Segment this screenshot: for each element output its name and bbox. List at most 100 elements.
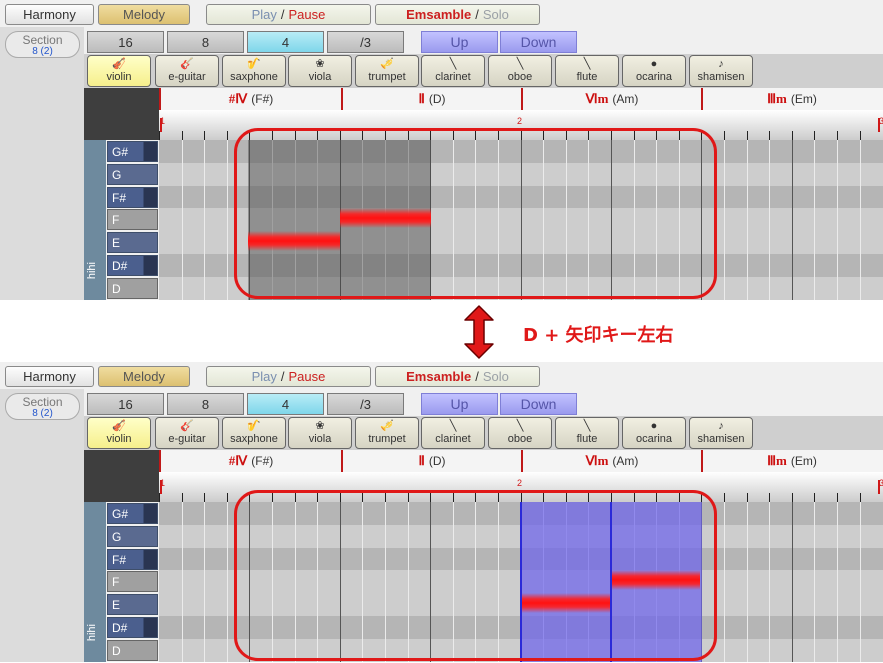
- chord-name: (Am): [612, 92, 639, 106]
- grid-line: [859, 140, 861, 300]
- chord-roman: #Ⅳ: [228, 453, 248, 468]
- chord-roman: Ⅲm: [767, 453, 787, 468]
- chord-slot-1[interactable]: #Ⅳ (F#): [159, 88, 341, 110]
- section-value: 8 (2): [32, 408, 53, 419]
- trumpet-icon: 🎺: [380, 420, 394, 432]
- instrument-e-guitar[interactable]: 🎸 e-guitar: [155, 417, 219, 449]
- play-pause-button[interactable]: Play / Pause: [206, 4, 371, 25]
- note-length-8[interactable]: 8: [167, 393, 244, 415]
- play-label: Play: [251, 7, 277, 22]
- key-d[interactable]: D: [107, 278, 158, 299]
- instrument-saxphone[interactable]: 🎷 saxphone: [222, 55, 286, 87]
- instrument-viola[interactable]: ❀ viola: [288, 417, 352, 449]
- section-label: Section: [22, 395, 63, 409]
- ruler-tick: [204, 493, 206, 502]
- instrument-oboe[interactable]: ╲ oboe: [488, 55, 552, 87]
- shift-down-button[interactable]: Down: [500, 393, 577, 415]
- instrument-trumpet[interactable]: 🎺 trumpet: [355, 417, 419, 449]
- ruler-tick: [724, 131, 725, 140]
- instrument-viola[interactable]: ❀ viola: [288, 55, 352, 87]
- instrument-ocarina[interactable]: ● ocarina: [622, 55, 686, 87]
- oboe-icon: ╲: [516, 58, 524, 70]
- instrument-clarinet[interactable]: ╲ clarinet: [421, 55, 485, 87]
- chord-slot-2[interactable]: Ⅱ (D): [341, 88, 521, 110]
- note-length-8[interactable]: 8: [167, 31, 244, 53]
- viola-icon: ❀: [315, 58, 325, 70]
- instrument-label: clarinet: [435, 71, 471, 83]
- track-name: hihi: [86, 624, 98, 642]
- melody-tab[interactable]: Melody: [98, 366, 190, 387]
- shift-up-button[interactable]: Up: [421, 393, 498, 415]
- flute-icon: ╲: [583, 420, 591, 432]
- melody-tab[interactable]: Melody: [98, 4, 190, 25]
- left-column: [0, 27, 84, 300]
- note-length-4[interactable]: 4: [247, 31, 324, 53]
- note-length-triplet[interactable]: /3: [327, 393, 404, 415]
- measure-number: 3: [879, 116, 883, 126]
- note-length-16[interactable]: 16: [87, 31, 164, 53]
- chord-slot-1[interactable]: #Ⅳ (F#): [159, 450, 341, 472]
- key-f[interactable]: F: [107, 571, 158, 592]
- chord-slot-3[interactable]: Ⅵm (Am): [521, 88, 701, 110]
- instrument-label: ocarina: [635, 71, 673, 83]
- harmony-tab[interactable]: Harmony: [5, 366, 94, 387]
- instrument-shamisen[interactable]: ♪ shamisen: [689, 55, 753, 87]
- harmony-tab[interactable]: Harmony: [5, 4, 94, 25]
- key-f[interactable]: F: [107, 209, 158, 230]
- note-length-4[interactable]: 4: [247, 393, 324, 415]
- ruler-tick: [859, 131, 861, 140]
- key-e[interactable]: E: [107, 594, 158, 615]
- key-f-sharp[interactable]: F#: [107, 187, 158, 208]
- instrument-label: flute: [576, 433, 598, 445]
- key-d-sharp[interactable]: D#: [107, 255, 158, 276]
- key-g[interactable]: G: [107, 164, 158, 185]
- note-length-triplet[interactable]: /3: [327, 31, 404, 53]
- chord-roman: Ⅱ: [418, 453, 425, 468]
- section-selector[interactable]: Section 8 (2): [5, 31, 80, 58]
- grid-line: [204, 502, 206, 662]
- key-g-sharp[interactable]: G#: [107, 503, 158, 524]
- key-d[interactable]: D: [107, 640, 158, 661]
- ensemble-solo-button[interactable]: Emsamble / Solo: [375, 4, 540, 25]
- key-g-sharp[interactable]: G#: [107, 141, 158, 162]
- key-g[interactable]: G: [107, 526, 158, 547]
- instrument-trumpet[interactable]: 🎺 trumpet: [355, 55, 419, 87]
- play-label: Play: [251, 369, 277, 384]
- chord-slot-3[interactable]: Ⅵm (Am): [521, 450, 701, 472]
- instrument-shamisen[interactable]: ♪ shamisen: [689, 417, 753, 449]
- instrument-violin[interactable]: 🎻 violin: [87, 55, 151, 87]
- section-selector[interactable]: Section 8 (2): [5, 393, 80, 420]
- instrument-saxphone[interactable]: 🎷 saxphone: [222, 417, 286, 449]
- chord-slot-4[interactable]: Ⅲm (Em): [701, 88, 881, 110]
- shift-down-button[interactable]: Down: [500, 31, 577, 53]
- instrument-clarinet[interactable]: ╲ clarinet: [421, 417, 485, 449]
- flute-icon: ╲: [583, 58, 591, 70]
- grid-line: [724, 140, 725, 300]
- ruler-tick: [746, 131, 748, 140]
- play-pause-button[interactable]: Play / Pause: [206, 366, 371, 387]
- ensemble-solo-button[interactable]: Emsamble / Solo: [375, 366, 540, 387]
- instrument-label: oboe: [507, 433, 533, 445]
- instrument-label: trumpet: [368, 433, 406, 445]
- chord-slot-2[interactable]: Ⅱ (D): [341, 450, 521, 472]
- instrument-e-guitar[interactable]: 🎸 e-guitar: [155, 55, 219, 87]
- key-e[interactable]: E: [107, 232, 158, 253]
- instrument-oboe[interactable]: ╲ oboe: [488, 417, 552, 449]
- key-d-sharp[interactable]: D#: [107, 617, 158, 638]
- chord-slot-4[interactable]: Ⅲm (Em): [701, 450, 881, 472]
- grid-line: [837, 502, 838, 662]
- shift-up-button[interactable]: Up: [421, 31, 498, 53]
- instrument-label: trumpet: [368, 71, 406, 83]
- grid-line: [814, 140, 816, 300]
- grid-line: [746, 140, 748, 300]
- instrument-violin[interactable]: 🎻 violin: [87, 417, 151, 449]
- key-f-sharp[interactable]: F#: [107, 549, 158, 570]
- instrument-label: e-guitar: [168, 433, 206, 445]
- instrument-flute[interactable]: ╲ flute: [555, 55, 619, 87]
- note-length-16[interactable]: 16: [87, 393, 164, 415]
- ruler-tick: [226, 493, 228, 502]
- instrument-ocarina[interactable]: ● ocarina: [622, 417, 686, 449]
- instrument-label: shamisen: [697, 71, 745, 83]
- instrument-flute[interactable]: ╲ flute: [555, 417, 619, 449]
- ruler-tick: [769, 493, 771, 502]
